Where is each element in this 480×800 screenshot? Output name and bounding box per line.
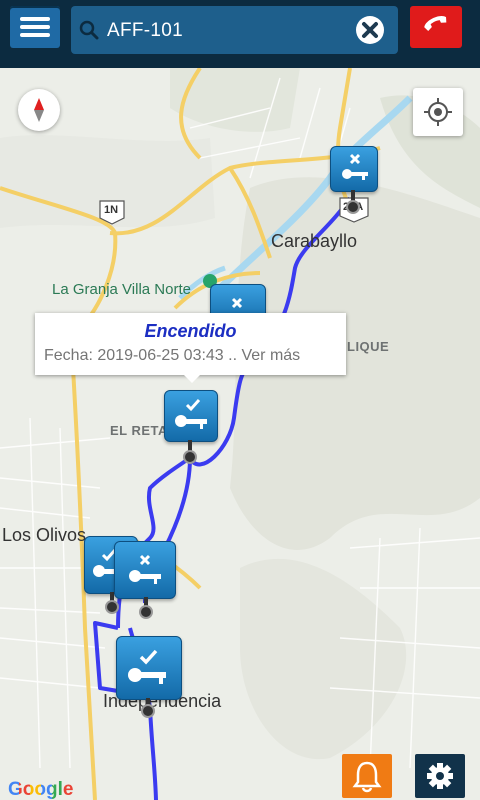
marker-box xyxy=(114,541,176,599)
popup-date-label: Fecha: xyxy=(44,347,93,364)
search-icon xyxy=(79,20,99,40)
map-background xyxy=(0,68,480,800)
close-icon xyxy=(362,22,378,38)
gear-icon xyxy=(427,763,453,789)
clear-search-button[interactable] xyxy=(356,16,384,44)
phone-icon xyxy=(424,16,447,31)
popup-tail xyxy=(183,374,201,383)
top-bar: AFF-101 xyxy=(0,0,480,68)
ignition-on-icon xyxy=(128,649,166,684)
marker-pin xyxy=(105,600,119,614)
marker-box xyxy=(116,636,182,700)
marker-pin xyxy=(141,704,155,718)
search-input[interactable]: AFF-101 xyxy=(107,20,183,42)
map-view[interactable]: 1N 20A Carabayllo La Granja Villa Norte … xyxy=(0,68,480,800)
call-button[interactable] xyxy=(410,6,462,48)
marker-box xyxy=(164,390,218,442)
hamburger-menu-icon xyxy=(20,17,50,21)
popup-date-value: 2019-06-25 03:43 xyxy=(97,347,224,364)
marker-pin xyxy=(346,200,360,214)
district-label-olivos: Los Olivos xyxy=(2,525,87,545)
park-label: La Granja Villa Norte xyxy=(52,281,191,298)
hamburger-menu-icon-bar xyxy=(20,25,50,29)
compass-button[interactable] xyxy=(18,89,60,131)
marker-box xyxy=(330,146,378,192)
ignition-on-icon xyxy=(175,399,207,429)
popup-date-line: Fecha: 2019-06-25 03:43 .. Ver más xyxy=(44,347,300,365)
route-label-1n: 1N xyxy=(104,204,119,216)
event-info-popup[interactable]: Encendido Fecha: 2019-06-25 03:43 .. Ver… xyxy=(35,313,346,383)
ignition-off-icon xyxy=(342,153,368,180)
ignition-off-icon xyxy=(129,554,161,584)
marker-pin xyxy=(139,605,153,619)
area-label-lique: LIQUE xyxy=(347,339,390,354)
my-location-icon xyxy=(424,98,452,126)
alerts-button[interactable] xyxy=(342,754,392,798)
my-location-button[interactable] xyxy=(413,88,463,136)
google-attribution: Google xyxy=(8,779,73,800)
hamburger-menu-icon-bar xyxy=(20,33,50,37)
search-bar[interactable]: AFF-101 xyxy=(71,6,398,54)
marker-pin xyxy=(183,450,197,464)
menu-button[interactable] xyxy=(10,6,60,48)
compass-icon xyxy=(34,98,44,122)
google-logo-text: Google xyxy=(8,779,74,800)
popup-title: Encendido xyxy=(144,321,237,341)
city-label-carabayllo: Carabayllo xyxy=(271,231,358,251)
settings-button[interactable] xyxy=(415,754,465,798)
bell-icon xyxy=(352,761,382,793)
popup-more-link[interactable]: .. Ver más xyxy=(228,347,300,364)
